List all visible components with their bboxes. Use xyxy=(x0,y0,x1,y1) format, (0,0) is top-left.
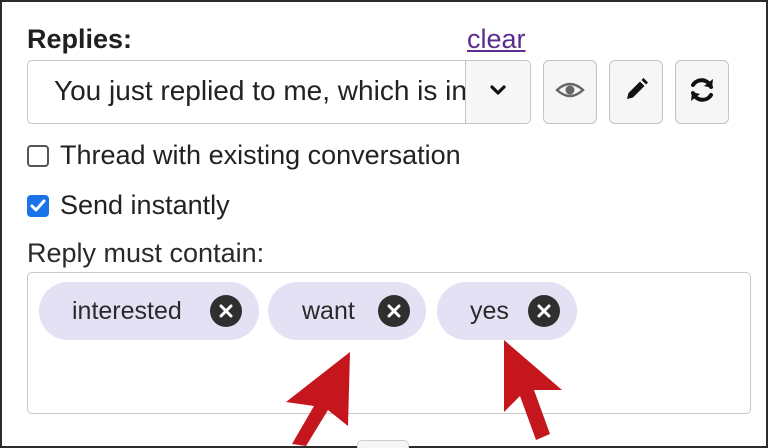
thread-label: Thread with existing conversation xyxy=(60,140,461,170)
reply-select-value: You just replied to me, which is interes… xyxy=(54,75,468,106)
replies-label: Replies: xyxy=(27,24,133,54)
tag-label: interested xyxy=(72,296,182,325)
thread-checkbox[interactable] xyxy=(27,144,49,167)
annotation-arrow-icon xyxy=(286,352,350,446)
send-instantly-checkbox[interactable] xyxy=(27,194,49,217)
annotation-arrow-icon xyxy=(504,340,562,440)
thread-option[interactable]: Thread with existing conversation xyxy=(27,140,461,171)
close-circle-icon[interactable] xyxy=(378,295,410,327)
preview-button[interactable] xyxy=(543,60,597,124)
send-instantly-label: Send instantly xyxy=(60,190,230,220)
edit-button[interactable] xyxy=(609,60,663,124)
tag-chip: want xyxy=(268,282,426,340)
tag-label: yes xyxy=(470,296,509,325)
reply-select-toggle[interactable] xyxy=(465,61,530,123)
chevron-down-icon xyxy=(489,83,507,101)
send-instantly-option[interactable]: Send instantly xyxy=(27,190,230,221)
reply-select[interactable]: You just replied to me, which is interes… xyxy=(27,60,531,124)
close-circle-icon[interactable] xyxy=(210,295,242,327)
partial-button xyxy=(357,440,409,448)
refresh-icon xyxy=(687,75,717,110)
refresh-button[interactable] xyxy=(675,60,729,124)
tag-label: want xyxy=(302,296,355,325)
tag-chip: interested xyxy=(39,282,259,340)
close-circle-icon[interactable] xyxy=(528,295,560,327)
eye-icon xyxy=(555,80,585,105)
must-contain-label: Reply must contain: xyxy=(27,238,265,268)
tag-chip: yes xyxy=(437,282,577,340)
clear-link[interactable]: clear xyxy=(467,24,526,55)
pencil-icon xyxy=(623,77,649,108)
